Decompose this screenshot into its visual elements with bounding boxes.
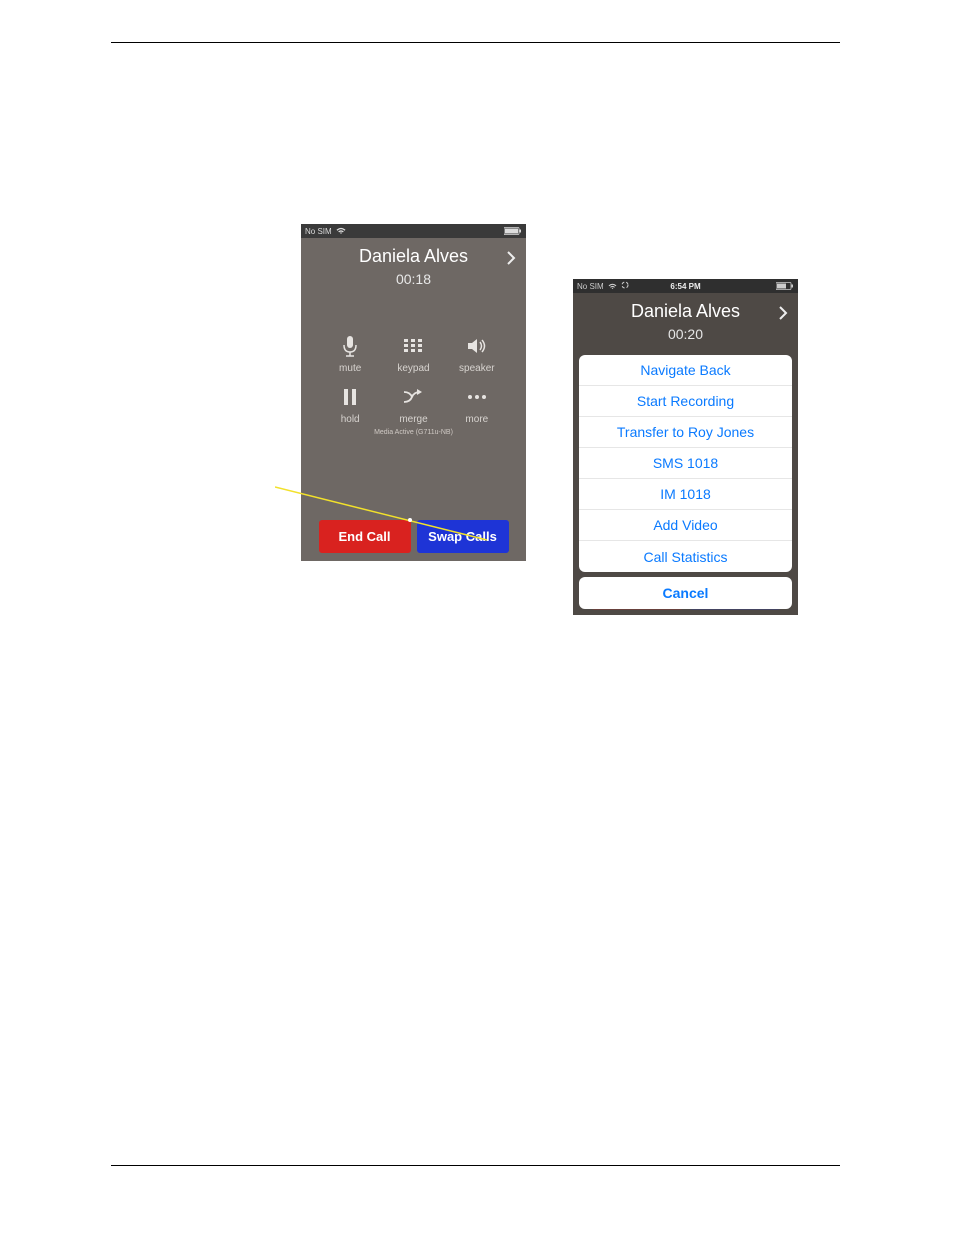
end-call-button[interactable]: End Call xyxy=(319,520,411,553)
page-rule-bottom xyxy=(111,1165,840,1166)
call-header: Daniela Alves xyxy=(573,293,798,322)
swap-calls-button[interactable]: Swap Calls xyxy=(417,520,509,553)
mute-label: mute xyxy=(339,363,361,374)
call-screen-right: No SIM 6:54 PM Daniela Alves 00:20 End C… xyxy=(573,279,798,615)
merge-button[interactable]: merge xyxy=(382,384,445,425)
more-button[interactable]: more xyxy=(445,384,508,425)
merge-label: merge xyxy=(399,414,427,425)
merge-icon xyxy=(398,384,428,410)
carrier-text: No SIM xyxy=(305,227,332,236)
speaker-icon xyxy=(462,333,492,359)
chevron-right-icon[interactable] xyxy=(778,305,788,326)
keypad-button[interactable]: keypad xyxy=(382,333,445,374)
status-bar: No SIM 6:54 PM xyxy=(573,279,798,293)
action-sms[interactable]: SMS 1018 xyxy=(579,448,792,479)
call-controls: mute keypad speaker hold xyxy=(319,333,509,425)
page-rule-top xyxy=(111,42,840,43)
status-left: No SIM xyxy=(305,227,346,236)
battery-icon xyxy=(504,227,522,235)
wifi-icon xyxy=(336,227,346,235)
speaker-button[interactable]: speaker xyxy=(445,333,508,374)
pause-icon xyxy=(335,384,365,410)
keypad-icon xyxy=(398,333,428,359)
microphone-icon xyxy=(335,333,365,359)
hold-label: hold xyxy=(341,414,360,425)
more-icon xyxy=(462,384,492,410)
action-start-recording[interactable]: Start Recording xyxy=(579,386,792,417)
status-time: 6:54 PM xyxy=(573,282,798,291)
more-label: more xyxy=(465,414,488,425)
caller-name: Daniela Alves xyxy=(573,301,798,322)
call-header: Daniela Alves xyxy=(301,238,526,267)
action-transfer[interactable]: Transfer to Roy Jones xyxy=(579,417,792,448)
hold-button[interactable]: hold xyxy=(319,384,382,425)
action-cancel[interactable]: Cancel xyxy=(579,577,792,609)
action-sheet: Navigate Back Start Recording Transfer t… xyxy=(579,355,792,572)
action-call-statistics[interactable]: Call Statistics xyxy=(579,541,792,572)
keypad-label: keypad xyxy=(397,363,429,374)
action-im[interactable]: IM 1018 xyxy=(579,479,792,510)
call-timer: 00:18 xyxy=(301,271,526,287)
call-screen-left: No SIM Daniela Alves 00:18 mute xyxy=(301,224,526,561)
action-navigate-back[interactable]: Navigate Back xyxy=(579,355,792,386)
media-status: Media Active (G711u-NB) xyxy=(301,429,526,436)
action-add-video[interactable]: Add Video xyxy=(579,510,792,541)
mute-button[interactable]: mute xyxy=(319,333,382,374)
chevron-right-icon[interactable] xyxy=(506,250,516,271)
status-bar: No SIM xyxy=(301,224,526,238)
bottom-buttons: End Call Swap Calls xyxy=(301,520,526,553)
call-timer: 00:20 xyxy=(573,326,798,342)
caller-name: Daniela Alves xyxy=(301,246,526,267)
speaker-label: speaker xyxy=(459,363,495,374)
